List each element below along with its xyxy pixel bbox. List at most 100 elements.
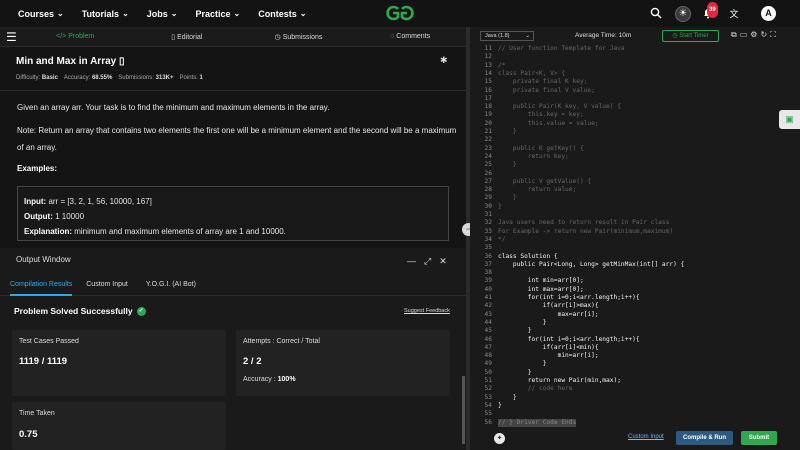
code-line: min=arr[i]; (498, 352, 599, 360)
average-time: Average Time: 10m (575, 32, 632, 39)
tab-comments[interactable]: ◌ Comments (354, 33, 466, 40)
fullscreen-icon[interactable]: ⛶ (770, 30, 776, 40)
line-number: 31 (484, 211, 492, 218)
line-number: 28 (484, 186, 492, 194)
accuracy-label: Accuracy: (63, 75, 91, 81)
line-number: 55 (484, 410, 492, 418)
nav-label: Tutorials (81, 8, 120, 19)
paste-icon[interactable]: ▭ (740, 30, 748, 40)
submit-button[interactable]: Submit (741, 431, 777, 445)
line-number: 47 (484, 343, 492, 351)
minimize-icon[interactable]: — (407, 256, 416, 267)
submissions-value: 313K+ (155, 75, 174, 81)
line-number: 44 (484, 318, 492, 326)
search-icon[interactable] (649, 7, 663, 21)
chat-icon[interactable]: ▣ (779, 110, 800, 129)
tab-custom-input[interactable]: Custom Input (86, 276, 128, 296)
report-bug-icon[interactable]: ✱ (440, 55, 448, 66)
line-number: 26 (484, 169, 492, 177)
points-label: Points: (179, 75, 198, 81)
code-area[interactable]: 11 // User function Template for Java 12 13… (470, 45, 796, 428)
nav-right: ☀ 39 文 A (649, 0, 800, 27)
line-number: 24 (484, 152, 492, 160)
nav-tutorials[interactable]: Tutorials ⌄ (82, 9, 129, 19)
time-taken-label: Time Taken (19, 410, 55, 417)
line-number: 53 (484, 393, 492, 401)
points-value: 1 (199, 75, 203, 81)
line-number: 37 (484, 260, 492, 268)
code-line: return value; (498, 186, 577, 194)
scrollbar[interactable] (462, 376, 465, 444)
line-number: 11 (484, 45, 492, 52)
chevron-down-icon: ⌄ (299, 9, 307, 18)
line-number: 51 (484, 377, 492, 384)
line-number: 52 (484, 385, 492, 393)
compile-run-button[interactable]: Compile & Run (676, 431, 733, 445)
lightbulb-icon[interactable]: ✦ (494, 433, 505, 444)
example-input: Input: arr = [3, 2, 1, 56, 10000, 167] (24, 194, 442, 209)
line-number: 25 (484, 161, 492, 169)
gfg-logo-icon[interactable] (384, 3, 416, 23)
chevron-down-icon: ⌄ (233, 9, 241, 18)
custom-input-link[interactable]: Custom Input (628, 434, 664, 440)
line-number: 13 (484, 61, 492, 69)
example-box: Input: arr = [3, 2, 1, 56, 10000, 167] O… (17, 186, 449, 241)
points: Points: 1 (180, 75, 203, 81)
line-number: 43 (484, 310, 492, 318)
problem-tabs: ☰ </> Problem ▯ Editorial ◷ Submissions … (0, 27, 466, 47)
line-number: 19 (484, 111, 492, 119)
nav-label: Contests (258, 8, 297, 19)
code-line: For Example -> return new Pair(minimum,m… (498, 227, 674, 235)
clock-icon: ◷ (274, 33, 281, 41)
expand-icon[interactable]: ⤢ (424, 256, 431, 267)
examples-heading: Examples: (17, 164, 58, 173)
tab-editorial[interactable]: ▯ Editorial (131, 33, 243, 41)
nav-jobs[interactable]: Jobs ⌄ (147, 9, 178, 19)
submissions: Submissions: 313K+ (118, 75, 173, 81)
copy-icon[interactable]: ⧉ (731, 30, 737, 40)
suggest-feedback-link[interactable]: Suggest Feedback (404, 308, 450, 314)
chevron-down-icon: ⌄ (525, 33, 530, 39)
line-number: 49 (484, 360, 492, 368)
line-number: 42 (484, 302, 492, 310)
close-icon[interactable]: ✕ (439, 256, 447, 267)
nav-practice[interactable]: Practice ⌄ (195, 9, 240, 19)
nav-contests[interactable]: Contests ⌄ (258, 9, 306, 19)
menu-icon[interactable]: ☰ (6, 30, 19, 44)
language-value: Java (1.8) (485, 33, 510, 39)
editor-tools: ⧉ ▭ ⚙ ↻ ⛶ (731, 30, 776, 40)
tab-yogi-ai-bot[interactable]: Y.O.G.I. (AI Bot) (146, 276, 196, 296)
tab-problem[interactable]: </> Problem (19, 33, 131, 40)
code-line: } (498, 194, 517, 202)
code-line: return new Pair(min,max); (498, 377, 621, 384)
difficulty-label: Difficulty: (16, 75, 41, 81)
nav-courses[interactable]: Courses ⌄ (18, 9, 64, 19)
theme-toggle-icon[interactable]: ☀ (675, 5, 691, 22)
tab-submissions[interactable]: ◷ Submissions (243, 33, 355, 41)
code-line: private final K key; (498, 78, 588, 86)
line-number: 20 (484, 119, 492, 127)
line-number: 22 (484, 136, 492, 144)
line-number: 40 (484, 285, 492, 293)
settings-icon[interactable]: ⚙ (750, 30, 757, 40)
line-number: 35 (484, 244, 492, 252)
tab-label: Comments (396, 33, 431, 40)
line-number: 54 (484, 401, 492, 409)
start-timer-button[interactable]: ◷ Start Timer (662, 30, 719, 42)
code-line: max=arr[i]; (498, 310, 599, 318)
notification-bell-icon[interactable]: 39 (701, 1, 718, 21)
line-number: 48 (484, 352, 492, 360)
example-output: Output: 1 10000 (24, 209, 442, 224)
line-number: 38 (484, 269, 492, 277)
explanation-label: Explanation: (24, 227, 73, 236)
submissions-label: Submissions: (118, 75, 154, 81)
language-select[interactable]: Java (1.8) ⌄ (480, 31, 534, 41)
line-number: 50 (484, 368, 492, 376)
tab-compilation-results[interactable]: Compilation Results (10, 276, 73, 296)
translate-icon[interactable]: 文 (727, 7, 741, 21)
avatar[interactable]: A (761, 6, 776, 21)
chevron-down-icon: ⌄ (122, 9, 129, 18)
bookmark-icon[interactable]: ▯ (116, 56, 125, 67)
reset-icon[interactable]: ↻ (760, 30, 767, 40)
code-line: */ (498, 235, 506, 243)
